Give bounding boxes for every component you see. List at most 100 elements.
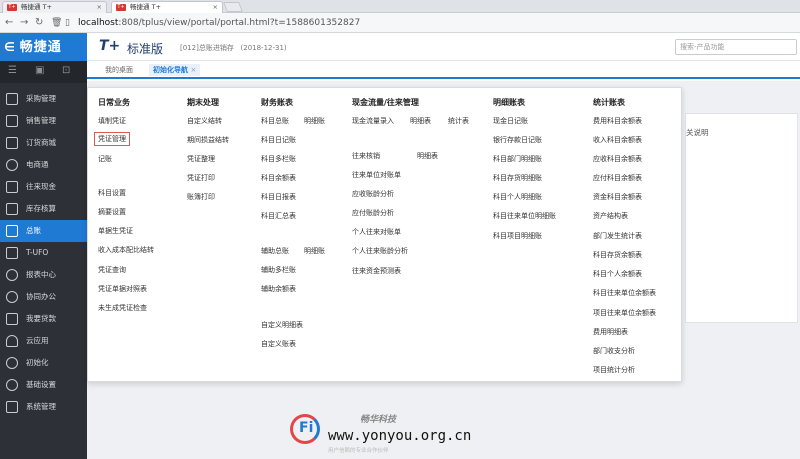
forward-icon[interactable]: → (20, 16, 28, 30)
menu-item[interactable]: 自定义结转 (187, 116, 222, 126)
loan-icon (6, 313, 18, 325)
menu-item[interactable]: 科目个人明细账 (493, 192, 542, 202)
menu-item[interactable]: 摘要设置 (98, 207, 126, 217)
menu-item[interactable]: 明细表 (410, 116, 431, 126)
cloud-icon (6, 335, 18, 347)
close-tab-icon[interactable]: × (213, 2, 218, 13)
menu-item[interactable]: 个人往来对账单 (352, 227, 401, 237)
menu-item[interactable]: 科目项目明细账 (493, 231, 542, 241)
menu-item[interactable]: 科目日报表 (261, 192, 296, 202)
menu-item[interactable]: 费用明细表 (593, 327, 628, 337)
menu-item[interactable]: 银行存款日记账 (493, 135, 542, 145)
menu-item[interactable]: 填制凭证 (98, 116, 126, 126)
sidebar-item-cash[interactable]: 往来现金 (0, 176, 87, 198)
menu-item[interactable]: 科目部门明细账 (493, 154, 542, 164)
reload-icon[interactable]: ↻ (35, 16, 43, 30)
menu-item[interactable]: 往来资金预测表 (352, 266, 401, 276)
menu-item[interactable]: 应收账龄分析 (352, 189, 394, 199)
menu-item[interactable]: 科目往来单位余额表 (593, 288, 656, 298)
menu-item[interactable]: 科目余额表 (261, 173, 296, 183)
url-field[interactable]: localhost:808/tplus/view/portal/portal.h… (78, 16, 360, 30)
search-input[interactable]: 搜索-产品功能 (675, 39, 797, 55)
menu-item[interactable]: 科目往来单位明细账 (493, 211, 556, 221)
browser-tab-active[interactable]: T+ 畅捷通 T+ × (111, 1, 223, 13)
sidebar-item-reports[interactable]: 报表中心 (0, 264, 87, 286)
menu-item[interactable]: 凭证打印 (187, 173, 215, 183)
tab-my-desktop[interactable]: 我的桌面 (105, 65, 133, 75)
menu-item[interactable]: 未生成凭证检查 (98, 303, 147, 313)
menu-item[interactable]: 应付账龄分析 (352, 208, 394, 218)
close-tab-icon[interactable]: × (190, 66, 196, 74)
menu-item[interactable]: 凭证整理 (187, 154, 215, 164)
sidebar-item-inventory[interactable]: 库存核算 (0, 198, 87, 220)
ecommerce-icon (6, 159, 18, 171)
menu-item[interactable]: 凭证单据对照表 (98, 284, 147, 294)
help-panel-title: 关说明 (686, 128, 709, 137)
menu-item[interactable]: 单据生凭证 (98, 226, 133, 236)
menu-item[interactable]: 自定义明细表 (261, 320, 303, 330)
menu-item[interactable]: 科目存货余额表 (593, 250, 642, 260)
menu-item[interactable]: 往来单位对账单 (352, 170, 401, 180)
menu-item[interactable]: 科目设置 (98, 188, 126, 198)
menu-item[interactable]: 账簿打印 (187, 192, 215, 202)
menu-item[interactable]: 资金科目余额表 (593, 192, 642, 202)
menu-icon[interactable]: ☰ (8, 65, 17, 76)
menu-item[interactable]: 科目日记账 (261, 135, 296, 145)
grid-icon[interactable]: ▣ (35, 65, 44, 76)
menu-item[interactable]: 记账 (98, 154, 112, 164)
close-tab-icon[interactable]: × (97, 2, 102, 13)
menu-item[interactable]: 现金日记账 (493, 116, 528, 126)
tab-init-nav[interactable]: 初始化导航 × (149, 64, 201, 76)
menu-item[interactable]: 个人往来账龄分析 (352, 246, 408, 256)
menu-item[interactable]: 往来核销 (352, 151, 380, 161)
menu-item[interactable]: 收入科目余额表 (593, 135, 642, 145)
menu-item[interactable]: 项目往来单位余额表 (593, 308, 656, 318)
sidebar-item-ecommerce[interactable]: 电商通 (0, 154, 87, 176)
menu-item[interactable]: 部门发生统计表 (593, 231, 642, 241)
menu-item[interactable]: 明细表 (417, 151, 438, 161)
menu-item[interactable]: 收入成本配比结转 (98, 245, 154, 255)
menu-item[interactable]: 应收科目余额表 (593, 154, 642, 164)
sales-icon (6, 115, 18, 127)
settings-icon[interactable]: ⊡ (62, 65, 70, 76)
sidebar-item-cloud[interactable]: 云应用 (0, 330, 87, 352)
menu-item[interactable]: 费用科目余额表 (593, 116, 642, 126)
sidebar-item-init[interactable]: 初始化 (0, 352, 87, 374)
sidebar-item-collab[interactable]: 协同办公 (0, 286, 87, 308)
trash-icon[interactable]: 🗑 (51, 16, 62, 30)
sidebar-item-sales[interactable]: 销售管理 (0, 110, 87, 132)
menu-item[interactable]: 辅助余额表 (261, 284, 296, 294)
menu-item[interactable]: 凭证查询 (98, 265, 126, 275)
menu-item[interactable]: 自定义账表 (261, 339, 296, 349)
sidebar-item-loan[interactable]: 我要贷款 (0, 308, 87, 330)
menu-item[interactable]: 明细账 (304, 246, 325, 256)
menu-item[interactable]: 明细账 (304, 116, 325, 126)
menu-item[interactable]: 项目统计分析 (593, 365, 635, 375)
menu-item[interactable]: 资产结构表 (593, 211, 628, 221)
menu-item[interactable]: 科目总账 (261, 116, 289, 126)
menu-item[interactable]: 应付科目余额表 (593, 173, 642, 183)
sidebar-item-system[interactable]: 系统管理 (0, 396, 87, 418)
system-icon (6, 401, 18, 413)
sidebar-item-basic-settings[interactable]: 基础设置 (0, 374, 87, 396)
new-tab-button[interactable] (223, 2, 243, 12)
menu-item[interactable]: 科目汇总表 (261, 211, 296, 221)
menu-item[interactable]: 统计表 (448, 116, 469, 126)
menu-item-voucher-management[interactable]: 凭证管理 (94, 132, 130, 146)
sidebar-item-purchase[interactable]: 采购管理 (0, 88, 87, 110)
sidebar-item-ledger[interactable]: 总账 (0, 220, 87, 242)
sidebar-item-store[interactable]: 订货商城 (0, 132, 87, 154)
menu-item[interactable]: 现金流量录入 (352, 116, 394, 126)
browser-tab[interactable]: T+ 畅捷通 T+ × (2, 1, 107, 13)
back-icon[interactable]: ← (5, 16, 13, 30)
menu-item[interactable]: 辅助总账 (261, 246, 289, 256)
menu-item[interactable]: 部门收支分析 (593, 346, 635, 356)
menu-item[interactable]: 期间损益结转 (187, 135, 229, 145)
menu-item[interactable]: 科目多栏账 (261, 154, 296, 164)
menu-item[interactable]: 科目存货明细账 (493, 173, 542, 183)
watermark-slogan: 用户信赖的专业合作伙伴 (328, 448, 389, 454)
sidebar-item-tufo[interactable]: T-UFO (0, 242, 87, 264)
menu-item[interactable]: 科目个人余额表 (593, 269, 642, 279)
menu-item[interactable]: 辅助多栏账 (261, 265, 296, 275)
tplus-favicon-icon: T+ (116, 4, 126, 11)
